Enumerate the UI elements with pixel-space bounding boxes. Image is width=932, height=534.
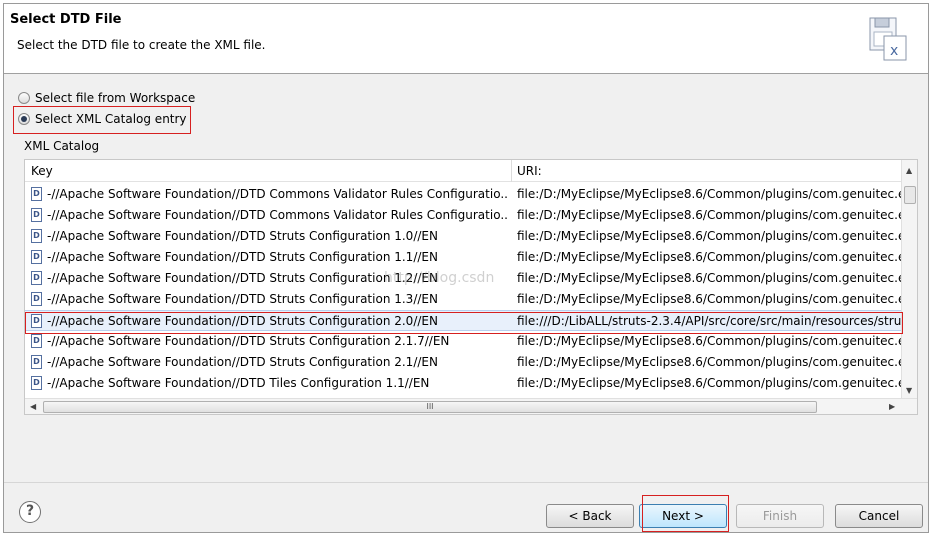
xml-catalog-label: XML Catalog xyxy=(24,139,100,153)
table-header: Key URI: xyxy=(25,160,901,182)
workspace-option[interactable]: Select file from Workspace xyxy=(18,89,195,107)
selected-row-highlight xyxy=(25,312,903,334)
horizontal-scrollbar[interactable]: ◀ III ▶ xyxy=(25,398,917,414)
dtd-document-icon: D xyxy=(31,292,42,306)
finish-button: Finish xyxy=(736,504,824,528)
help-icon[interactable]: ? xyxy=(19,501,41,523)
row-uri: file:/D:/MyEclipse/MyEclipse8.6/Common/p… xyxy=(517,187,901,201)
dialog-window: Select DTD File Select the DTD file to c… xyxy=(3,3,929,533)
svg-text:x: x xyxy=(890,43,898,59)
row-uri: file:/D:/MyEclipse/MyEclipse8.6/Common/p… xyxy=(517,250,901,264)
row-key: -//Apache Software Foundation//DTD Strut… xyxy=(47,355,438,369)
dtd-file-wizard-icon: x xyxy=(869,17,907,61)
dtd-document-icon: D xyxy=(31,187,42,201)
scroll-right-arrow-icon[interactable]: ▶ xyxy=(889,402,895,411)
dialog-title: Select DTD File xyxy=(10,12,122,27)
row-uri: file:/D:/MyEclipse/MyEclipse8.6/Common/p… xyxy=(517,271,901,285)
table-row[interactable]: D -//Apache Software Foundation//DTD Str… xyxy=(25,226,901,247)
table-row[interactable]: D -//Apache Software Foundation//DTD Til… xyxy=(25,373,901,394)
table-row[interactable]: D -//Apache Software Foundation//DTD Com… xyxy=(25,184,901,205)
vertical-scrollbar[interactable]: ▲ ▼ xyxy=(901,160,917,398)
back-button[interactable]: < Back xyxy=(546,504,634,528)
scroll-up-arrow-icon[interactable]: ▲ xyxy=(906,166,912,175)
row-key: -//Apache Software Foundation//DTD Tiles… xyxy=(47,376,430,390)
row-key: -//Apache Software Foundation//DTD Strut… xyxy=(47,292,438,306)
footer-separator xyxy=(4,482,928,483)
xml-catalog-table[interactable]: Key URI: D -//Apache Software Foundation… xyxy=(24,159,918,415)
table-row[interactable]: D -//Apache Software Foundation//DTD Com… xyxy=(25,205,901,226)
dialog-header: Select DTD File Select the DTD file to c… xyxy=(4,4,928,74)
table-row[interactable]: D -//Apache Software Foundation//DTD Str… xyxy=(25,289,901,310)
dtd-document-icon: D xyxy=(31,208,42,222)
table-row[interactable]: D -//Apache Software Foundation//DTD Str… xyxy=(25,247,901,268)
dtd-document-icon: D xyxy=(31,334,42,348)
row-uri: file:/D:/MyEclipse/MyEclipse8.6/Common/p… xyxy=(517,334,901,348)
horizontal-scroll-thumb[interactable]: III xyxy=(43,401,817,413)
vertical-scroll-thumb[interactable] xyxy=(904,186,916,204)
row-uri: file:/D:/MyEclipse/MyEclipse8.6/Common/p… xyxy=(517,208,901,222)
table-row[interactable]: D -//Apache Software Foundation//DTD Str… xyxy=(25,331,901,352)
column-divider[interactable] xyxy=(511,160,512,182)
dtd-document-icon: D xyxy=(31,376,42,390)
row-uri: file:/D:/MyEclipse/MyEclipse8.6/Common/p… xyxy=(517,229,901,243)
table-row[interactable]: D -//Apache Software Foundation//DTD Str… xyxy=(25,352,901,373)
dtd-document-icon: D xyxy=(31,271,42,285)
dtd-document-icon: D xyxy=(31,355,42,369)
row-key: -//Apache Software Foundation//DTD Strut… xyxy=(47,229,438,243)
dialog-description: Select the DTD file to create the XML fi… xyxy=(17,38,266,52)
key-column-header[interactable]: Key xyxy=(31,164,53,178)
row-uri: file:/D:/MyEclipse/MyEclipse8.6/Common/p… xyxy=(517,376,901,390)
workspace-option-label: Select file from Workspace xyxy=(35,91,196,105)
scroll-left-arrow-icon[interactable]: ◀ xyxy=(30,402,36,411)
watermark-text: http://blog.csdn xyxy=(384,270,495,286)
row-key: -//Apache Software Foundation//DTD Commo… xyxy=(47,187,507,201)
next-button-highlight xyxy=(642,495,729,532)
dtd-document-icon: D xyxy=(31,229,42,243)
workspace-radio[interactable] xyxy=(18,92,30,104)
row-uri: file:/D:/MyEclipse/MyEclipse8.6/Common/p… xyxy=(517,355,901,369)
dtd-document-icon: D xyxy=(31,250,42,264)
scroll-down-arrow-icon[interactable]: ▼ xyxy=(906,386,912,395)
row-uri: file:/D:/MyEclipse/MyEclipse8.6/Common/p… xyxy=(517,292,901,306)
catalog-option-highlight xyxy=(13,106,191,134)
row-key: -//Apache Software Foundation//DTD Strut… xyxy=(47,250,438,264)
row-key: -//Apache Software Foundation//DTD Strut… xyxy=(47,334,450,348)
uri-column-header[interactable]: URI: xyxy=(517,164,542,178)
cancel-button[interactable]: Cancel xyxy=(835,504,923,528)
row-key: -//Apache Software Foundation//DTD Commo… xyxy=(47,208,507,222)
